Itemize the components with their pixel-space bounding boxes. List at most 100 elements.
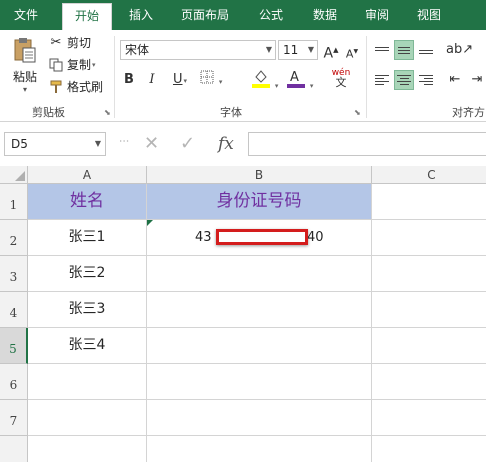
row-header-5[interactable]: 5 [0,328,28,364]
cell-b4[interactable] [147,292,372,328]
chevron-down-icon: ▾ [274,82,279,90]
chevron-down-icon[interactable]: ▾ [92,55,96,75]
cell-b6[interactable] [147,364,372,400]
cell-a7[interactable] [28,400,147,436]
tab-insert[interactable]: 插入 [118,0,164,30]
font-color-icon: A [286,70,309,92]
cell-b7[interactable] [147,400,372,436]
resize-handle-icon[interactable]: ⋮ [118,136,129,145]
copy-label: 复制 [67,58,92,72]
cancel-icon[interactable]: ✕ [144,132,159,156]
cell-c2[interactable] [372,220,486,256]
chevron-down-icon: ▼ [307,45,314,54]
cell-b1[interactable]: 身份证号码 [147,184,372,220]
italic-button[interactable]: I [146,70,158,90]
row-header-1[interactable]: 1 [0,184,28,220]
name-box[interactable]: D5 ▼ [4,132,106,156]
redaction-box [216,229,308,245]
tab-home[interactable]: 开始 [62,3,112,30]
format-painter-label: 格式刷 [67,80,104,94]
row-header-2[interactable]: 2 [0,220,28,256]
format-painter-icon [48,79,64,95]
cell-a6[interactable] [28,364,147,400]
cell-a5[interactable]: 张三4 [28,328,147,364]
confirm-icon[interactable]: ✓ [180,132,195,156]
border-button[interactable]: ▾ [198,70,224,90]
font-size-dropdown[interactable]: 11 ▼ [278,40,318,60]
cell-a3[interactable]: 张三2 [28,256,147,292]
cell-c5[interactable] [372,328,486,364]
cell-b8[interactable] [147,436,372,462]
font-size-value: 11 [283,43,299,57]
increase-indent-icon: ⇥ [471,72,483,87]
phonetic-button[interactable]: wén 文 [328,68,354,88]
tab-view[interactable]: 视图 [406,0,452,30]
worksheet-grid: A B C 1 2 3 4 5 6 7 姓名 身份证号码 张三1 43 40 张… [0,166,486,462]
fill-color-button[interactable]: ▾ [250,68,280,90]
decrease-indent-button[interactable]: ⇤ [446,70,464,90]
cell-b3[interactable] [147,256,372,292]
group-separator [114,36,115,118]
shrink-font-button[interactable]: A▼ [344,42,360,62]
cell-a2[interactable]: 张三1 [28,220,147,256]
orientation-button[interactable]: ab↗ [446,40,474,60]
tab-file[interactable]: 文件 [0,0,52,30]
underline-button[interactable]: U▾ [168,70,192,90]
column-header-b[interactable]: B [147,166,372,184]
align-top-button[interactable] [372,40,392,60]
cell-c4[interactable] [372,292,486,328]
increase-indent-button[interactable]: ⇥ [468,70,486,90]
tab-page-layout[interactable]: 页面布局 [172,0,238,30]
error-indicator-icon [147,220,153,226]
cell-c7[interactable] [372,400,486,436]
chevron-down-icon: ▼ [94,139,101,148]
chevron-down-icon: ▾ [183,77,188,85]
align-bottom-button[interactable] [416,40,436,60]
clipboard-group-label: 剪贴板 [32,106,65,119]
font-name-dropdown[interactable]: 宋体 ▼ [120,40,276,60]
row-header-6[interactable]: 6 [0,364,28,400]
tab-data[interactable]: 数据 [302,0,348,30]
row-header-4[interactable]: 4 [0,292,28,328]
bold-button[interactable]: B [122,70,136,90]
column-header-a[interactable]: A [28,166,147,184]
paste-button[interactable]: 粘贴 ▾ [8,34,42,98]
row-header-3[interactable]: 3 [0,256,28,292]
cell-a4[interactable]: 张三3 [28,292,147,328]
cell-a1[interactable]: 姓名 [28,184,147,220]
row-header-8[interactable] [0,436,28,462]
row-header-7[interactable]: 7 [0,400,28,436]
cell-c8[interactable] [372,436,486,462]
align-center-button[interactable] [394,70,414,90]
align-right-button[interactable] [416,70,436,90]
cell-a8[interactable] [28,436,147,462]
column-header-c[interactable]: C [372,166,486,184]
id-number-start: 43 [195,230,212,245]
orientation-icon: ab↗ [446,42,474,57]
chevron-down-icon: ▾ [309,82,314,90]
tab-review[interactable]: 审阅 [354,0,400,30]
copy-button[interactable]: 复制 ▾ [48,55,96,75]
chevron-down-icon[interactable]: ▾ [8,85,42,94]
cell-c3[interactable] [372,256,486,292]
decrease-indent-icon: ⇤ [449,72,461,87]
grow-font-label: A [323,45,334,62]
cell-b5[interactable] [147,328,372,364]
formula-input[interactable] [248,132,486,156]
format-painter-button[interactable]: 格式刷 [48,77,103,97]
ribbon: 粘贴 ▾ ✂ 剪切 复制 ▾ 格式刷 剪贴板 ⬊ 宋体 ▼ 11 ▼ A▲ A▼… [0,30,486,122]
id-number-end: 40 [307,230,324,245]
grow-font-button[interactable]: A▲ [322,40,340,62]
align-middle-button[interactable] [394,40,414,60]
align-left-button[interactable] [372,70,392,90]
dialog-launcher-icon[interactable]: ⬊ [104,108,111,117]
tab-formulas[interactable]: 公式 [248,0,294,30]
insert-function-icon[interactable]: fx [218,132,234,156]
dialog-launcher-icon[interactable]: ⬊ [354,108,361,117]
cell-c1[interactable] [372,184,486,220]
cut-button[interactable]: ✂ 剪切 [48,33,91,53]
font-color-button[interactable]: A ▾ [286,68,314,90]
alignment-group-label: 对齐方 [452,106,485,119]
select-all-button[interactable] [0,166,28,184]
cell-c6[interactable] [372,364,486,400]
